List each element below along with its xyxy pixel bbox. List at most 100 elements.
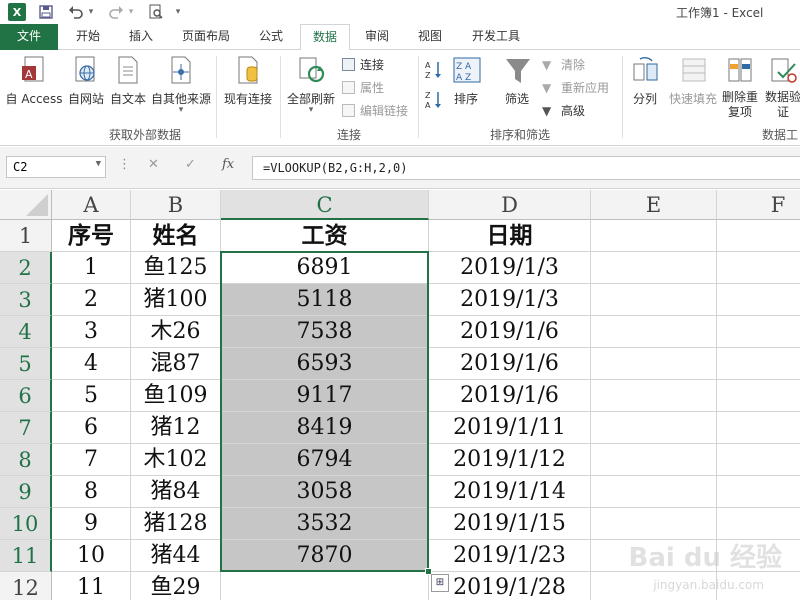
row-header-10[interactable]: 10 xyxy=(0,508,52,540)
cell-d5[interactable]: 2019/1/6 xyxy=(429,348,591,380)
cell-a4[interactable]: 3 xyxy=(52,316,131,348)
worksheet-grid[interactable]: ABCDEF 1 2 3 4 5 6 7 8 9 10 11 12 序号 姓名 工资 日期 1 鱼125 6891… xyxy=(0,190,800,600)
cell-b10[interactable]: 猪128 xyxy=(131,508,221,540)
cell-a6[interactable]: 5 xyxy=(52,380,131,412)
cell-b3[interactable]: 猪100 xyxy=(131,284,221,316)
cell-d2[interactable]: 2019/1/3 xyxy=(429,252,591,284)
customize-quick-access-icon[interactable]: ▾ xyxy=(172,2,184,22)
row-header-1[interactable]: 1 xyxy=(0,220,52,252)
column-header-d[interactable]: D xyxy=(429,190,591,220)
enter-icon[interactable]: ✓ xyxy=(185,157,196,172)
remove-duplicates-button[interactable]: 删除重复项 xyxy=(720,56,760,120)
column-header-a[interactable]: A xyxy=(52,190,131,220)
edit-links-button[interactable]: 编辑链接 xyxy=(342,102,408,119)
cell-c12[interactable] xyxy=(221,572,429,600)
save-icon[interactable] xyxy=(36,2,56,22)
cell-d9[interactable]: 2019/1/14 xyxy=(429,476,591,508)
cell-e7[interactable] xyxy=(591,412,717,444)
refresh-all-button[interactable]: 全部刷新 ▾ xyxy=(284,56,338,115)
cell-b12[interactable]: 鱼29 xyxy=(131,572,221,600)
cell-a10[interactable]: 9 xyxy=(52,508,131,540)
cell-d11[interactable]: 2019/1/23 xyxy=(429,540,591,572)
cell-c4[interactable]: 7538 xyxy=(221,316,429,348)
cell-b11[interactable]: 猪44 xyxy=(131,540,221,572)
from-text-button[interactable]: 自文本 xyxy=(108,56,148,107)
cell-e10[interactable] xyxy=(591,508,717,540)
cell-b8[interactable]: 木102 xyxy=(131,444,221,476)
cell-d12[interactable]: 2019/1/28 xyxy=(429,572,591,600)
undo-icon[interactable] xyxy=(66,2,86,22)
cell-c11[interactable]: 7870 xyxy=(221,540,429,572)
row-header-6[interactable]: 6 xyxy=(0,380,52,412)
cell-b1[interactable]: 姓名 xyxy=(131,220,221,252)
cell-e4[interactable] xyxy=(591,316,717,348)
sort-ascending-button[interactable]: AZ xyxy=(424,60,444,83)
cell-a11[interactable]: 10 xyxy=(52,540,131,572)
quick-analysis-icon[interactable]: ⊞ xyxy=(431,574,449,592)
cell-c1[interactable]: 工资 xyxy=(221,220,429,252)
cell-d8[interactable]: 2019/1/12 xyxy=(429,444,591,476)
from-web-button[interactable]: 自网站 xyxy=(66,56,106,107)
insert-function-icon[interactable]: fx xyxy=(222,157,234,172)
sort-button[interactable]: Z AA Z 排序 xyxy=(450,56,482,107)
cell-a7[interactable]: 6 xyxy=(52,412,131,444)
cell-c10[interactable]: 3532 xyxy=(221,508,429,540)
cell-e9[interactable] xyxy=(591,476,717,508)
cell-a5[interactable]: 4 xyxy=(52,348,131,380)
cell-c5[interactable]: 6593 xyxy=(221,348,429,380)
text-to-columns-button[interactable]: 分列 xyxy=(628,56,662,107)
existing-connections-button[interactable]: 现有连接 xyxy=(222,56,274,107)
clear-filter-button[interactable]: ▼ 清除 xyxy=(542,56,585,73)
cell-f7[interactable] xyxy=(717,412,800,444)
column-header-e[interactable]: E xyxy=(591,190,717,220)
advanced-filter-button[interactable]: ▼ 高级 xyxy=(542,102,585,119)
connections-button[interactable]: 连接 xyxy=(342,56,384,73)
cell-f5[interactable] xyxy=(717,348,800,380)
row-header-2[interactable]: 2 xyxy=(0,252,52,284)
cell-f8[interactable] xyxy=(717,444,800,476)
cell-f10[interactable] xyxy=(717,508,800,540)
cell-d3[interactable]: 2019/1/3 xyxy=(429,284,591,316)
cell-f9[interactable] xyxy=(717,476,800,508)
cell-c6[interactable]: 9117 xyxy=(221,380,429,412)
filter-button[interactable]: 筛选 xyxy=(500,56,534,107)
cell-a12[interactable]: 11 xyxy=(52,572,131,600)
cell-c7[interactable]: 8419 xyxy=(221,412,429,444)
cell-b4[interactable]: 木26 xyxy=(131,316,221,348)
cell-e5[interactable] xyxy=(591,348,717,380)
cell-e1[interactable] xyxy=(591,220,717,252)
tab-developer[interactable]: 开发工具 xyxy=(462,24,530,50)
row-header-5[interactable]: 5 xyxy=(0,348,52,380)
row-header-8[interactable]: 8 xyxy=(0,444,52,476)
cell-a9[interactable]: 8 xyxy=(52,476,131,508)
from-other-sources-button[interactable]: 自其他来源 ▾ xyxy=(150,56,212,115)
cell-a1[interactable]: 序号 xyxy=(52,220,131,252)
row-header-12[interactable]: 12 xyxy=(0,572,52,600)
cell-e6[interactable] xyxy=(591,380,717,412)
cell-c2[interactable]: 6891 xyxy=(221,252,429,284)
tab-data[interactable]: 数据 xyxy=(300,24,350,51)
row-header-7[interactable]: 7 xyxy=(0,412,52,444)
tab-file[interactable]: 文件 xyxy=(0,24,58,50)
cancel-icon[interactable]: ✕ xyxy=(148,157,159,172)
cell-a2[interactable]: 1 xyxy=(52,252,131,284)
cell-b5[interactable]: 混87 xyxy=(131,348,221,380)
cell-e8[interactable] xyxy=(591,444,717,476)
cell-d1[interactable]: 日期 xyxy=(429,220,591,252)
cell-b2[interactable]: 鱼125 xyxy=(131,252,221,284)
cell-f4[interactable] xyxy=(717,316,800,348)
cell-c3[interactable]: 5118 xyxy=(221,284,429,316)
row-header-3[interactable]: 3 xyxy=(0,284,52,316)
name-box[interactable]: C2 ▼ xyxy=(6,156,106,178)
tab-home[interactable]: 开始 xyxy=(64,24,112,50)
cell-a8[interactable]: 7 xyxy=(52,444,131,476)
chevron-down-icon[interactable]: ▼ xyxy=(96,159,101,169)
cell-b9[interactable]: 猪84 xyxy=(131,476,221,508)
cell-d7[interactable]: 2019/1/11 xyxy=(429,412,591,444)
row-header-11[interactable]: 11 xyxy=(0,540,52,572)
tab-view[interactable]: 视图 xyxy=(408,24,452,50)
row-header-9[interactable]: 9 xyxy=(0,476,52,508)
undo-dropdown-icon[interactable]: ▾ xyxy=(86,2,96,22)
tab-page-layout[interactable]: 页面布局 xyxy=(172,24,240,50)
cell-d4[interactable]: 2019/1/6 xyxy=(429,316,591,348)
